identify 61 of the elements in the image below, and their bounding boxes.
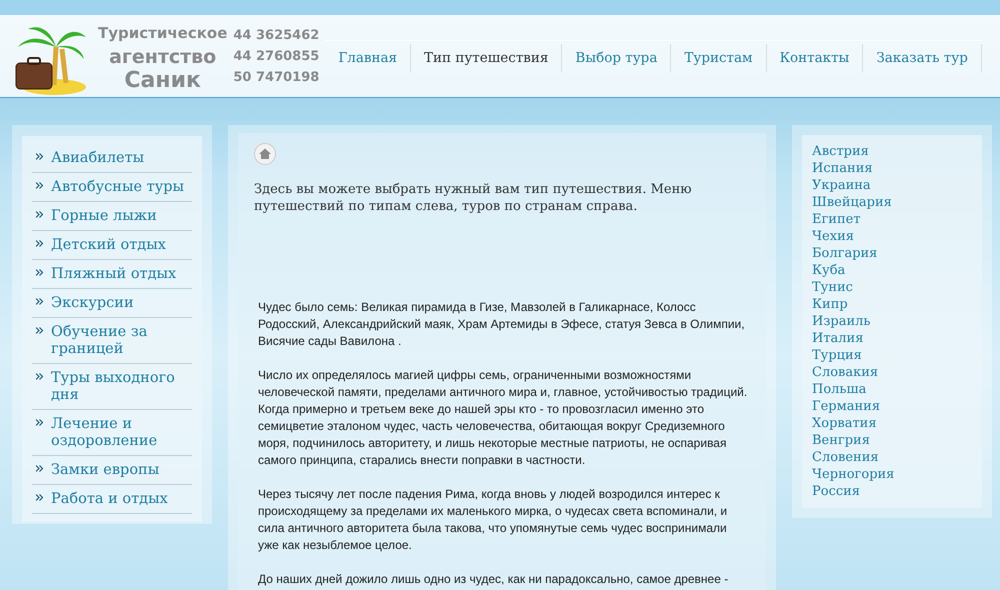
nav-link[interactable]: Контакты — [766, 44, 864, 72]
nav-link[interactable]: Выбор тура — [562, 44, 672, 72]
double-chevron-icon — [36, 494, 43, 501]
sidebar-link[interactable]: Экскурсии — [51, 295, 134, 312]
country-link[interactable]: Германия — [812, 398, 880, 415]
logo-text: Саник — [124, 68, 201, 92]
country-link[interactable]: Австрия — [812, 143, 869, 160]
phone-number: 44 2760855 — [233, 48, 320, 66]
country-link[interactable]: Польша — [812, 381, 866, 398]
logo-text: агентство — [109, 44, 216, 68]
sidebar-link[interactable]: Пляжный отдых — [51, 266, 176, 283]
intro-text: Здесь вы можете выбрать нужный вам тип путешествия. Меню путешествий по типам слева, туров по странам справа. — [254, 181, 693, 215]
country-link[interactable]: Тунис — [812, 279, 853, 296]
article-paragraph: Чудес было семь: Великая пирамида в Гизе, Мавзолей в Галикарнасе, Колосс Родосский, Александрийский маяк, Храм Артемиды в Эфесе, статуя Зевса в Олимпии, Висячие сады Вавилона . — [258, 299, 746, 350]
sidebar-link[interactable]: Замки европы — [51, 462, 160, 479]
country-link[interactable]: Хорватия — [812, 415, 877, 432]
country-link[interactable]: Словения — [812, 449, 879, 466]
home-icon[interactable] — [254, 143, 276, 165]
country-link[interactable]: Словакия — [812, 364, 878, 381]
country-link[interactable]: Испания — [812, 160, 873, 177]
nav-link[interactable]: Заказать тур — [863, 44, 982, 72]
nav-link[interactable]: Главная — [325, 44, 412, 72]
article-paragraph: До наших дней дожило лишь одно из чудес, как ни парадоксально, самое древнее - — [258, 571, 730, 588]
sidebar-link[interactable]: Работа и отдых — [51, 491, 168, 508]
country-link[interactable]: Италия — [812, 330, 864, 347]
sidebar-link[interactable]: Горные лыжи — [51, 208, 157, 225]
sidebar-link[interactable]: Детский отдых — [51, 237, 166, 254]
double-chevron-icon — [36, 373, 43, 380]
double-chevron-icon — [36, 240, 43, 247]
phone-number: 44 3625462 — [233, 27, 320, 45]
phone-number: 50 7470198 — [233, 69, 320, 87]
double-chevron-icon — [36, 419, 43, 426]
article-paragraph: Число их определялось магией цифры семь, ограниченными возможностями человеческой памяти, пределами античного мира и, главное, устойчивостью традиций. Когда примерно и третьем веке до нашей эры кто - то провозгласил именно это семицветие эталоном чудес, часть человечества, обитающая вокруг Средиземного моря, подчинилось авторитету, и лишь некоторые местные патриоты, не оспаривая самого принципа, старались внести поправки в частности. — [258, 367, 748, 469]
country-link[interactable]: Турция — [812, 347, 862, 364]
double-chevron-icon — [36, 298, 43, 305]
double-chevron-icon — [36, 327, 43, 334]
country-link[interactable]: Украина — [812, 177, 871, 194]
logo-text: Туристическое — [98, 22, 228, 44]
sidebar-link[interactable]: Авиабилеты — [51, 150, 144, 167]
article-paragraph: Через тысячу лет после падения Рима, когда вновь у людей возродился интерес к происходящему за пределами их маленького мирка, о чудесах света вспоминали, и сила античного авторитета была такова, что упомянутые семь чудес воспринимали уже как незыблемое целое. — [258, 486, 728, 554]
country-link[interactable]: Чехия — [812, 228, 854, 245]
nav-link[interactable]: Туристам — [671, 44, 767, 72]
double-chevron-icon — [36, 465, 43, 472]
double-chevron-icon — [36, 153, 43, 160]
country-link[interactable]: Венгрия — [812, 432, 870, 449]
country-link[interactable]: Египет — [812, 211, 861, 228]
double-chevron-icon — [36, 182, 43, 189]
double-chevron-icon — [36, 211, 43, 218]
double-chevron-icon — [36, 269, 43, 276]
sidebar-link[interactable]: Автобусные туры — [51, 179, 184, 196]
sidebar-link[interactable]: Обучение за границей — [51, 324, 192, 358]
country-link[interactable]: Болгария — [812, 245, 878, 262]
nav-link[interactable]: Тип путешествия — [411, 44, 562, 72]
country-link[interactable]: Швейцария — [812, 194, 892, 211]
country-link[interactable]: Израиль — [812, 313, 870, 330]
country-link[interactable]: Куба — [812, 262, 846, 279]
country-link[interactable]: Россия — [812, 483, 860, 500]
country-link[interactable]: Кипр — [812, 296, 848, 313]
country-link[interactable]: Черногория — [812, 466, 894, 483]
sidebar-link[interactable]: Лечение и оздоровление — [51, 416, 192, 450]
sidebar-link[interactable]: Туры выходного дня — [51, 370, 192, 404]
